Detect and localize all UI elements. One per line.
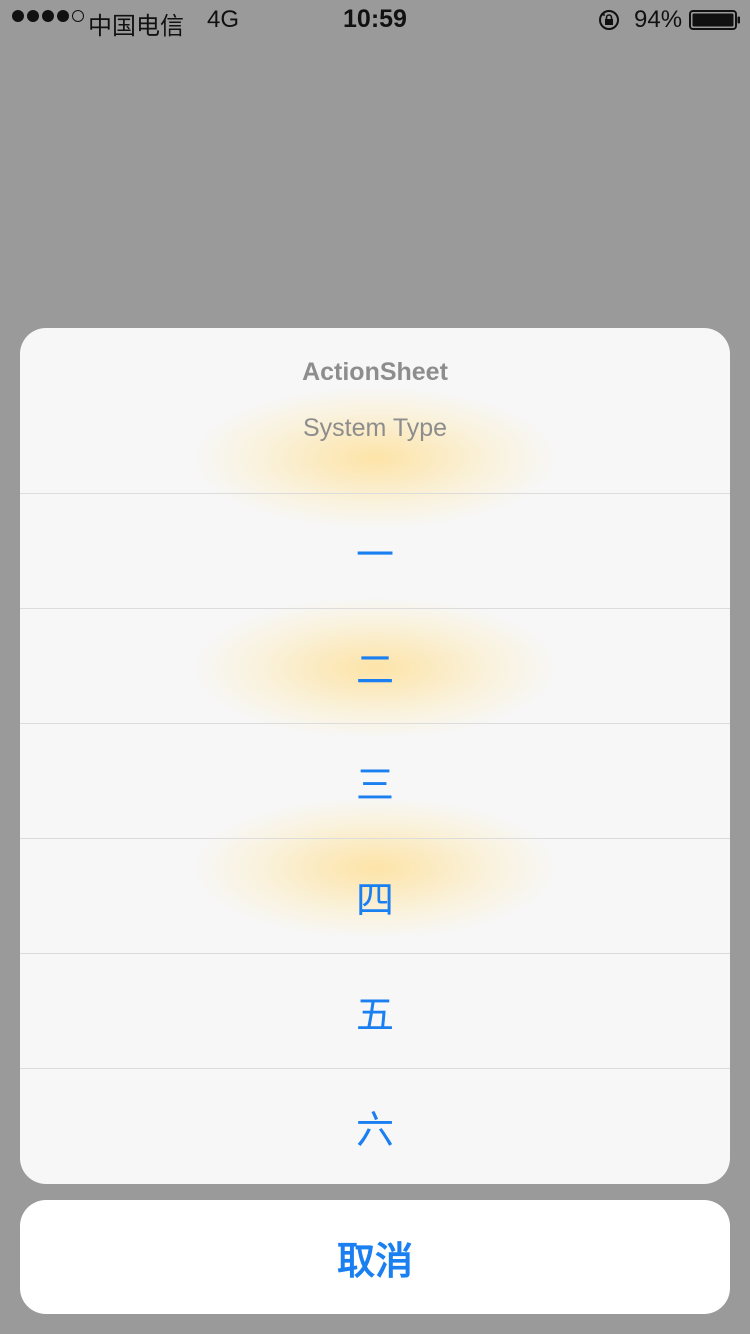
action-option-4[interactable]: 四 (20, 839, 730, 954)
action-sheet-title: ActionSheet (302, 358, 448, 386)
rotation-lock-icon (599, 10, 619, 30)
screen: 中国电信 4G 10:59 94% ActionSheet System Typ… (0, 0, 750, 1334)
action-sheet-header: ActionSheet System Type (20, 328, 730, 494)
action-option-label: 一 (355, 534, 394, 577)
action-option-3[interactable]: 三 (20, 724, 730, 839)
action-sheet-message: System Type (302, 414, 448, 442)
action-option-label: 二 (355, 649, 394, 692)
action-option-label: 三 (355, 764, 394, 807)
action-option-6[interactable]: 六 (20, 1069, 730, 1184)
action-option-5[interactable]: 五 (20, 954, 730, 1069)
action-option-label: 六 (355, 1110, 394, 1152)
action-option-label: 四 (355, 879, 394, 922)
action-option-1[interactable]: 一 (20, 494, 730, 609)
cancel-button[interactable]: 取消 (20, 1200, 730, 1314)
action-sheet: ActionSheet System Type 一 二 三 四 五 六 (20, 328, 730, 1184)
status-bar: 中国电信 4G 10:59 94% (0, 0, 750, 40)
action-option-label: 五 (355, 994, 394, 1037)
battery-icon (689, 10, 740, 30)
battery-percentage: 94% (634, 6, 683, 33)
action-option-2[interactable]: 二 (20, 609, 730, 724)
